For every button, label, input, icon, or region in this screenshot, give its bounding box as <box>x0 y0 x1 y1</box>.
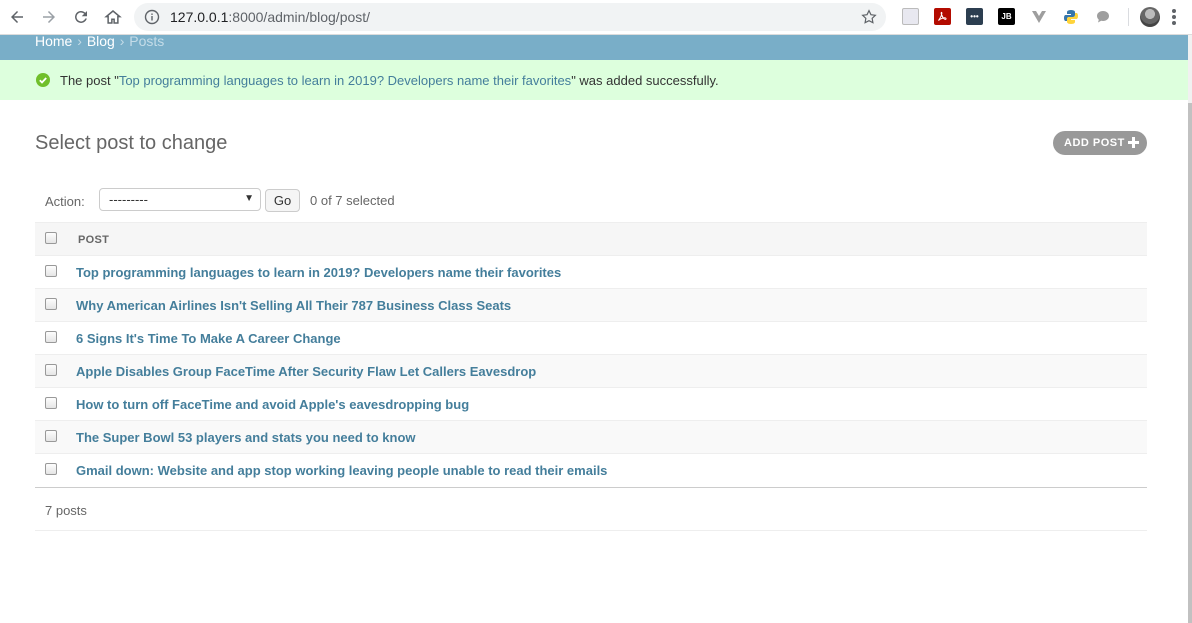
table-row: Apple Disables Group FaceTime After Secu… <box>35 355 1147 388</box>
add-post-label: ADD POST <box>1064 137 1125 149</box>
column-header-post[interactable]: POST <box>78 234 109 246</box>
table-row: 6 Signs It's Time To Make A Career Chang… <box>35 322 1147 355</box>
result-count: 7 posts <box>45 503 87 518</box>
breadcrumb-separator: › <box>77 33 82 49</box>
plus-icon <box>1128 137 1139 148</box>
browser-toolbar: 127.0.0.1:8000/admin/blog/post/ ••• JB <box>0 0 1192 35</box>
row-checkbox[interactable] <box>45 331 57 343</box>
action-selected-option: --------- <box>109 192 148 207</box>
avatar[interactable] <box>1140 7 1160 27</box>
info-icon[interactable] <box>144 9 160 25</box>
toolbar-divider <box>1128 8 1129 26</box>
breadcrumb-separator: › <box>119 33 125 49</box>
table-row: Gmail down: Website and app stop working… <box>35 454 1147 487</box>
arrow-right-icon <box>43 11 55 23</box>
browser-menu-button[interactable] <box>1172 9 1176 25</box>
table-row: The Super Bowl 53 players and stats you … <box>35 421 1147 454</box>
post-link[interactable]: Top programming languages to learn in 20… <box>76 265 561 280</box>
dots-icon[interactable]: ••• <box>966 8 983 25</box>
message-post-link[interactable]: Top programming languages to learn in 20… <box>119 73 571 88</box>
reload-icon <box>75 10 87 23</box>
table-header: POST <box>35 222 1147 256</box>
python-icon[interactable] <box>1062 8 1079 25</box>
breadcrumb: Home › Blog › Posts <box>0 33 1188 60</box>
table-row: How to turn off FaceTime and avoid Apple… <box>35 388 1147 421</box>
row-checkbox[interactable] <box>45 364 57 376</box>
page-scrollbar[interactable] <box>1188 35 1192 623</box>
arrow-left-icon <box>11 11 23 23</box>
url-path: :8000/admin/blog/post/ <box>228 9 371 25</box>
speech-bubble-icon[interactable] <box>1094 8 1111 25</box>
action-label: Action: <box>45 194 85 209</box>
action-select[interactable]: --------- ▼ <box>99 188 261 211</box>
post-link[interactable]: How to turn off FaceTime and avoid Apple… <box>76 397 469 412</box>
message-text: The post "Top programming languages to l… <box>60 73 719 88</box>
paginator: 7 posts <box>35 488 1147 531</box>
actions-bar: Action: --------- ▼ Go 0 of 7 selected <box>35 186 1147 216</box>
url-host: 127.0.0.1 <box>170 9 229 25</box>
pdf-icon[interactable] <box>934 8 951 25</box>
breadcrumb-blog[interactable]: Blog <box>87 33 115 49</box>
select-all-checkbox[interactable] <box>45 232 57 244</box>
message-suffix: " was added successfully. <box>571 73 719 88</box>
back-button[interactable] <box>6 6 28 28</box>
row-checkbox[interactable] <box>45 397 57 409</box>
caret-down-icon: ▼ <box>244 193 254 204</box>
table-body: Top programming languages to learn in 20… <box>35 256 1147 488</box>
home-button[interactable] <box>102 6 124 28</box>
address-bar[interactable]: 127.0.0.1:8000/admin/blog/post/ <box>134 3 886 31</box>
post-link[interactable]: 6 Signs It's Time To Make A Career Chang… <box>76 331 341 346</box>
row-checkbox[interactable] <box>45 430 57 442</box>
post-link[interactable]: The Super Bowl 53 players and stats you … <box>76 430 416 445</box>
check-circle-icon <box>36 73 50 87</box>
post-link[interactable]: Apple Disables Group FaceTime After Secu… <box>76 364 536 379</box>
go-button[interactable]: Go <box>265 189 300 212</box>
table-row: Top programming languages to learn in 20… <box>35 256 1147 289</box>
selected-count: 0 of 7 selected <box>310 193 395 208</box>
reload-button[interactable] <box>70 6 92 28</box>
forward-button[interactable] <box>38 6 60 28</box>
row-checkbox[interactable] <box>45 463 57 475</box>
success-message: The post "Top programming languages to l… <box>0 60 1188 100</box>
results-table: POST Top programming languages to learn … <box>35 222 1147 531</box>
table-row: Why American Airlines Isn't Selling All … <box>35 289 1147 322</box>
breadcrumb-home[interactable]: Home <box>35 33 72 49</box>
vue-icon[interactable] <box>1030 8 1047 25</box>
message-prefix: The post " <box>60 73 119 88</box>
page-title: Select post to change <box>35 132 228 154</box>
post-link[interactable]: Gmail down: Website and app stop working… <box>76 463 607 478</box>
jetbrains-icon[interactable]: JB <box>998 8 1015 25</box>
row-checkbox[interactable] <box>45 265 57 277</box>
scrollbar-thumb[interactable] <box>1188 103 1192 623</box>
row-checkbox[interactable] <box>45 298 57 310</box>
post-link[interactable]: Why American Airlines Isn't Selling All … <box>76 298 511 313</box>
add-post-button[interactable]: ADD POST <box>1053 131 1147 155</box>
bookmark-icon[interactable] <box>902 8 919 25</box>
url-text: 127.0.0.1:8000/admin/blog/post/ <box>170 9 370 25</box>
breadcrumb-current: Posts <box>129 33 165 49</box>
home-icon <box>104 10 122 24</box>
star-icon[interactable] <box>860 8 878 26</box>
